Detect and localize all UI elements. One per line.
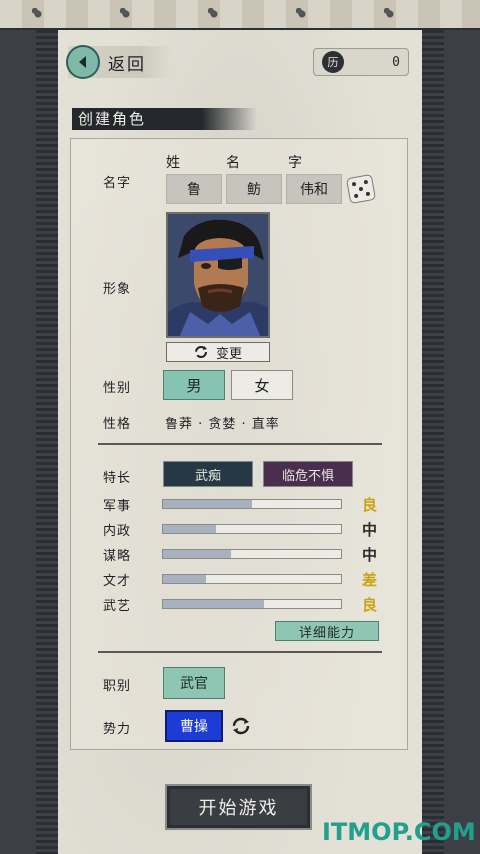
specialty-tag-1[interactable]: 武痴 [163,461,253,487]
refresh-icon [194,346,207,358]
change-appearance-label: 变更 [215,346,242,362]
flower-ornament-icon [382,6,398,22]
stat-grade: 差 [362,571,378,589]
stat-bar-fill [163,550,231,558]
stat-row: 军事 良 [103,495,383,514]
stat-row: 谋略 中 [103,545,383,564]
stat-bar-fill [163,575,206,583]
courtesy-name-header: 字 [288,155,302,171]
flower-ornament-icon [206,6,222,22]
stat-label: 内政 [103,524,132,539]
stat-bar-fill [163,500,252,508]
top-border-band [0,0,480,30]
scroll-edge-left [36,30,60,854]
given-name-header: 名 [226,155,240,171]
stat-bar [162,599,342,609]
stat-row: 文才 差 [103,570,383,589]
stat-label: 谋略 [103,549,132,564]
section-divider [98,651,382,653]
appearance-label: 形象 [103,282,132,297]
stat-bar-fill [163,600,265,608]
random-dice-icon[interactable] [345,173,377,205]
stat-bar [162,549,342,559]
gender-male-button[interactable]: 男 [163,370,225,400]
faction-label: 势力 [103,722,132,737]
stat-label: 军事 [103,499,132,514]
stat-bar [162,499,342,509]
stat-row: 内政 中 [103,520,383,539]
stat-grade: 良 [362,496,378,514]
stat-label: 武艺 [103,599,132,614]
specialty-label: 特长 [103,471,132,486]
gender-female-button[interactable]: 女 [231,370,293,400]
surname-header: 姓 [166,155,180,171]
specialty-tag-2[interactable]: 临危不惧 [263,461,353,487]
stat-bar-fill [163,525,217,533]
name-label: 名字 [103,176,132,191]
detail-ability-button[interactable]: 详细能力 [275,621,379,641]
post-button[interactable]: 武官 [163,667,225,699]
coin-icon: 历 [322,51,344,73]
watermark: ITMOP.COM [322,818,476,846]
gender-label: 性别 [103,381,132,396]
section-divider [98,443,382,445]
currency-display: 历 0 [313,48,409,76]
change-faction-icon[interactable] [232,717,250,735]
back-button[interactable]: 返回 [66,45,172,79]
post-label: 职别 [103,679,132,694]
flower-ornament-icon [294,6,310,22]
page-title: 创建角色 [72,108,257,130]
back-label: 返回 [108,54,146,75]
stat-bar [162,524,342,534]
back-arrow-icon [66,45,100,79]
stat-grade: 中 [362,521,378,539]
personality-traits: 鲁莽 · 贪婪 · 直率 [165,417,280,432]
scroll-edge-right [420,30,444,854]
personality-label: 性格 [103,417,132,432]
currency-value: 0 [392,54,400,70]
character-portrait [166,212,270,338]
faction-button[interactable]: 曹操 [165,710,223,742]
stat-row: 武艺 良 [103,595,383,614]
stat-grade: 良 [362,596,378,614]
flower-ornament-icon [118,6,134,22]
flower-ornament-icon [30,6,46,22]
stat-grade: 中 [362,546,378,564]
change-appearance-button[interactable]: 变更 [166,342,270,362]
stat-bar [162,574,342,584]
start-game-button[interactable]: 开始游戏 [165,784,312,830]
stat-label: 文才 [103,574,132,589]
surname-field[interactable]: 鲁 [166,174,222,204]
given-name-field[interactable]: 鲂 [226,174,282,204]
courtesy-name-field[interactable]: 伟和 [286,174,342,204]
